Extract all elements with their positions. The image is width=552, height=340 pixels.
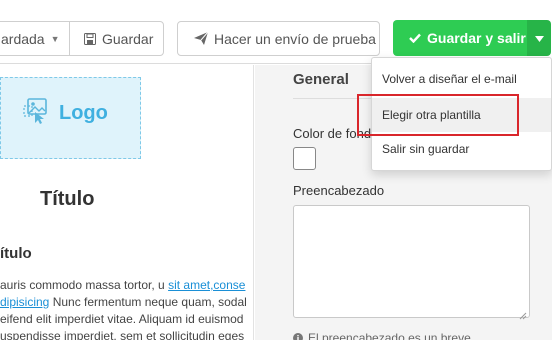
- save-button-label: Guardar: [102, 30, 154, 47]
- status-dropdown-button[interactable]: ardada ▼: [0, 21, 69, 56]
- image-icon: [23, 98, 49, 129]
- body-link[interactable]: dipisicing: [0, 295, 49, 309]
- body-line: uspendisse imperdiet, sem et sollicitudi…: [0, 329, 245, 340]
- body-link[interactable]: sit amet,conse: [168, 278, 245, 292]
- logo-placeholder[interactable]: Logo: [0, 77, 141, 159]
- save-options-toggle[interactable]: [527, 20, 551, 56]
- send-test-button[interactable]: Hacer un envío de prueba: [177, 21, 380, 56]
- save-button[interactable]: Guardar: [69, 21, 164, 56]
- save-and-exit-button[interactable]: Guardar y salir: [393, 20, 527, 56]
- logo-label: Logo: [59, 102, 108, 124]
- preheader-hint: El preencabezado es un breve: [293, 331, 471, 340]
- menu-item-exit-without-saving[interactable]: Salir sin guardar: [372, 132, 551, 166]
- email-subtitle[interactable]: ítulo: [0, 245, 32, 262]
- body-line: auris commodo massa tortor, u sit amet,c…: [0, 278, 246, 292]
- save-and-exit-label: Guardar y salir: [427, 30, 526, 46]
- section-title-general: General: [293, 71, 349, 88]
- resize-grip-icon[interactable]: [519, 307, 527, 320]
- body-line: dipisicing Nunc fermentum neque quam, so…: [0, 295, 247, 309]
- email-body-text[interactable]: auris commodo massa tortor, u sit amet,c…: [0, 277, 253, 340]
- email-title[interactable]: Título: [40, 188, 94, 211]
- caret-down-icon: [534, 29, 544, 47]
- info-icon: [293, 333, 303, 340]
- preheader-textarea[interactable]: [293, 205, 530, 320]
- send-test-label: Hacer un envío de prueba: [214, 30, 376, 47]
- highlight-annotation: [357, 94, 519, 136]
- body-line: eifend elit imperdiet vitae. Aliquam id …: [0, 312, 244, 326]
- background-color-picker[interactable]: [293, 147, 316, 170]
- menu-item-back-to-design[interactable]: Volver a diseñar el e-mail: [372, 62, 551, 96]
- editor-toolbar: ardada ▼ Guardar Hacer un envío de prueb…: [0, 0, 552, 64]
- email-canvas: Logo Título ítulo auris commodo massa to…: [0, 65, 254, 340]
- status-label: ardada: [1, 30, 45, 47]
- caret-down-icon: ▼: [50, 33, 60, 44]
- floppy-disk-icon: [84, 32, 96, 45]
- paper-plane-icon: [194, 32, 208, 45]
- preheader-label: Preencabezado: [293, 183, 385, 198]
- check-icon: [409, 33, 421, 43]
- hint-text: El preencabezado es un breve: [308, 331, 471, 340]
